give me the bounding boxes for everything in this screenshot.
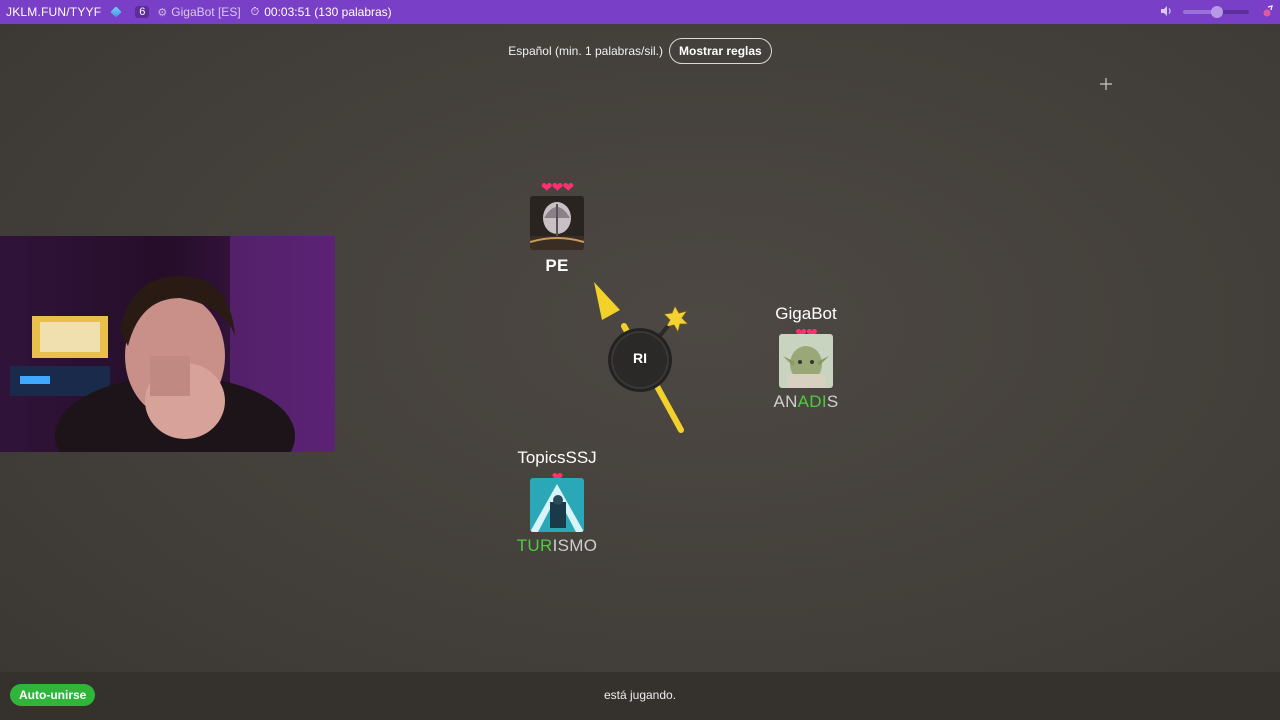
player-name: TopicsSSJ: [517, 448, 597, 467]
volume-slider[interactable]: [1183, 6, 1249, 18]
rules-row: Español (min. 1 palabras/sil.) Mostrar r…: [0, 38, 1280, 64]
player-count: 6: [135, 6, 150, 18]
settings-icon[interactable]: [1260, 5, 1274, 19]
top-bar: JKLM.FUN/TYYF 6 ⚙ GigaBot [ES] ⏱ 00:03:5…: [0, 0, 1280, 24]
dark-flower-avatar-icon: [530, 196, 584, 250]
clock-icon: ⏱: [250, 5, 260, 18]
player-topicsssj: TopicsSSJ ❤ TURISMO: [507, 448, 607, 556]
word-rest: ISMO: [552, 536, 598, 555]
current-word: PE: [517, 256, 597, 276]
syllable-label: RI: [633, 350, 647, 366]
word-highlight: TUR: [516, 536, 553, 555]
volume-slider-knob[interactable]: [1211, 6, 1223, 18]
current-word: TURISMO: [507, 536, 607, 556]
current-word: ANADIS: [756, 392, 856, 412]
bottom-bar: Auto-unirse está jugando.: [0, 672, 1280, 720]
game-timer: 00:03:51 (130 palabras): [264, 5, 392, 19]
game-status: está jugando.: [603, 688, 677, 702]
player-gigabot: GigaBot ❤❤ ANADIS: [756, 304, 856, 412]
lives-hearts: ❤❤❤: [540, 179, 574, 195]
gem-icon: [110, 6, 122, 18]
bot-icon: ⚙: [157, 6, 168, 19]
show-rules-button[interactable]: Mostrar reglas: [669, 38, 772, 64]
volume-icon[interactable]: [1160, 5, 1172, 17]
word-prefix: AN: [773, 392, 798, 411]
language-rules: Español (min. 1 palabras/sil.): [508, 44, 664, 58]
webcam-overlay: [0, 236, 335, 452]
player-top: ❤❤❤ PE: [517, 180, 597, 276]
room-link[interactable]: JKLM.FUN/TYYF: [6, 5, 101, 19]
bot-name: GigaBot [ES]: [171, 5, 241, 19]
yoda-avatar-icon: [779, 334, 833, 388]
teal-avatar-icon: [530, 478, 584, 532]
player-name: GigaBot: [775, 304, 837, 323]
word-rest: PE: [545, 256, 569, 275]
word-highlight: ADI: [797, 392, 827, 411]
crosshair-cursor-icon: [1100, 78, 1112, 90]
word-suffix: S: [826, 392, 839, 411]
